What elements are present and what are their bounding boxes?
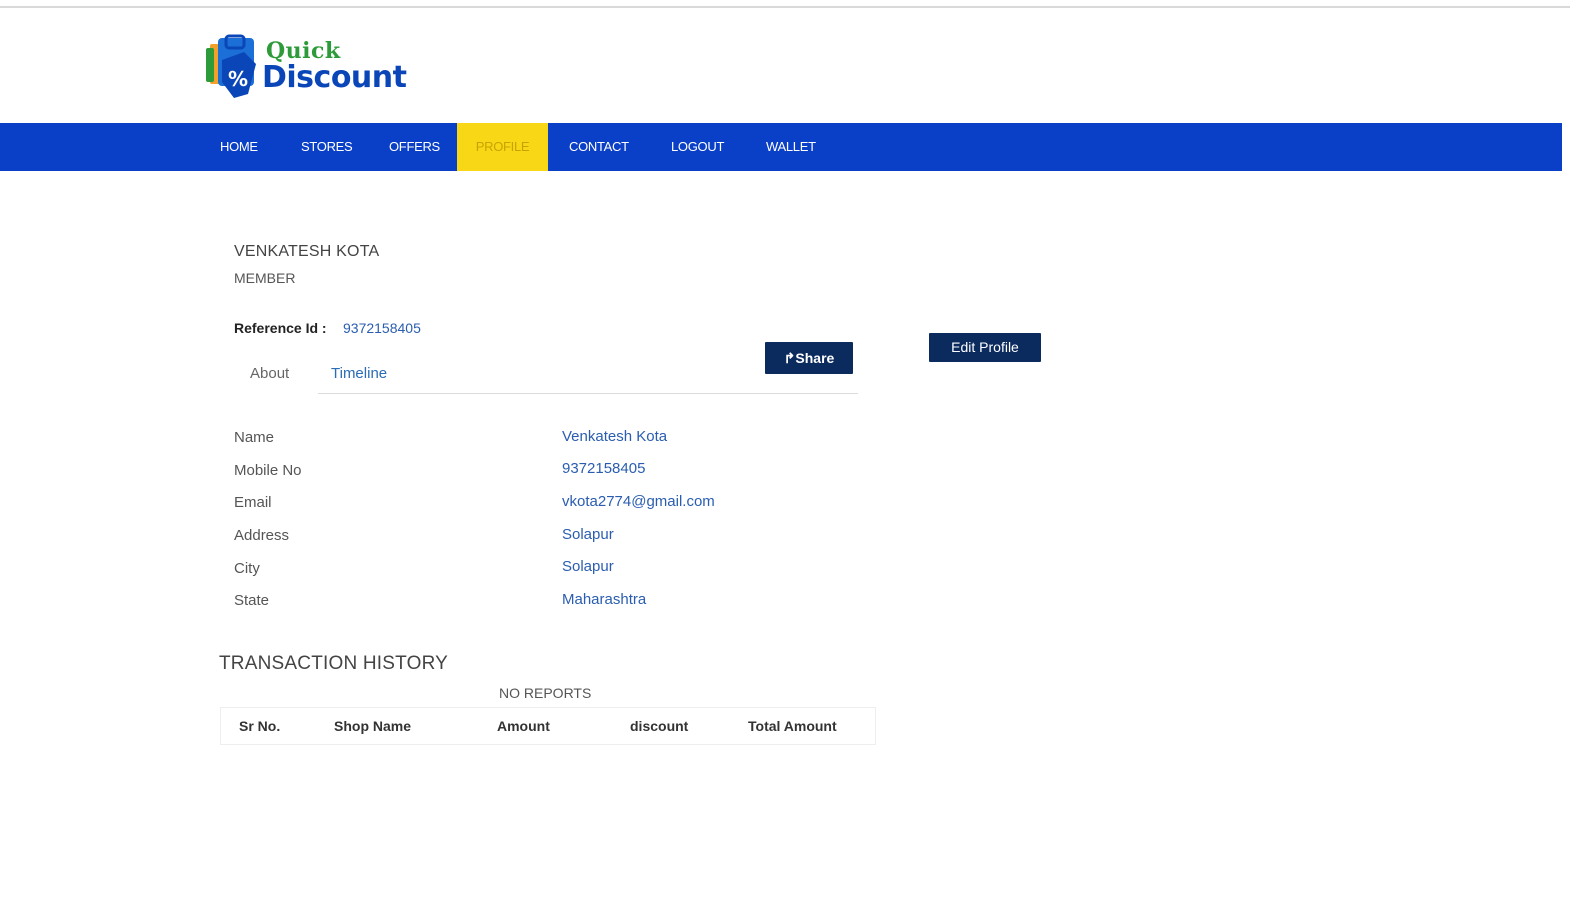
field-label-mobile: Mobile No xyxy=(234,462,302,479)
nav-wallet[interactable]: WALLET xyxy=(766,123,816,171)
nav-stores[interactable]: STORES xyxy=(301,123,353,171)
site-logo[interactable]: % Quick Discount xyxy=(204,34,414,102)
nav-contact[interactable]: CONTACT xyxy=(569,123,629,171)
field-value-name: Venkatesh Kota xyxy=(562,428,668,445)
share-arrow-icon: ↱ xyxy=(783,350,796,366)
field-value-email: vkota2774@gmail.com xyxy=(562,493,715,510)
profile-role: MEMBER xyxy=(234,270,296,286)
tab-divider xyxy=(318,393,858,394)
column-shop-name: Shop Name xyxy=(334,718,412,734)
transaction-history-title: TRANSACTION HISTORY xyxy=(219,653,449,674)
column-discount: discount xyxy=(630,718,689,734)
nav-offers[interactable]: OFFERS xyxy=(389,123,440,171)
tab-about[interactable]: About xyxy=(250,365,289,382)
field-value-address: Solapur xyxy=(562,526,614,543)
top-border xyxy=(0,6,1570,8)
column-total-amount: Total Amount xyxy=(748,718,837,734)
edit-profile-button[interactable]: Edit Profile xyxy=(929,333,1041,362)
reference-id-value: 9372158405 xyxy=(343,320,421,336)
main-nav: HOME STORES OFFERS PROFILE CONTACT LOGOU… xyxy=(0,123,1562,171)
field-label-name: Name xyxy=(234,429,275,446)
nav-logout[interactable]: LOGOUT xyxy=(671,123,724,171)
shopping-bag-logo-icon: % xyxy=(206,34,256,98)
field-value-state: Maharashtra xyxy=(562,591,647,608)
nav-profile[interactable]: PROFILE xyxy=(457,123,548,171)
share-button-label: Share xyxy=(795,350,835,366)
column-amount: Amount xyxy=(497,718,550,734)
nav-home[interactable]: HOME xyxy=(220,123,258,171)
svg-text:%: % xyxy=(228,67,248,91)
column-sr-no: Sr No. xyxy=(239,718,281,734)
field-label-email: Email xyxy=(234,494,272,511)
logo-text-discount: Discount xyxy=(262,60,407,95)
field-value-city: Solapur xyxy=(562,558,614,575)
field-label-address: Address xyxy=(234,527,290,544)
share-button[interactable]: ↱Share xyxy=(765,342,853,374)
profile-name: VENKATESH KOTA xyxy=(234,243,380,260)
no-reports-message: NO REPORTS xyxy=(499,685,592,701)
reference-id-label: Reference Id : xyxy=(234,320,327,336)
field-label-city: City xyxy=(234,560,260,577)
transaction-table-header: Sr No. Shop Name Amount discount Total A… xyxy=(220,707,876,745)
tab-timeline[interactable]: Timeline xyxy=(331,365,387,382)
field-label-state: State xyxy=(234,592,270,609)
field-value-mobile: 9372158405 xyxy=(562,460,646,477)
